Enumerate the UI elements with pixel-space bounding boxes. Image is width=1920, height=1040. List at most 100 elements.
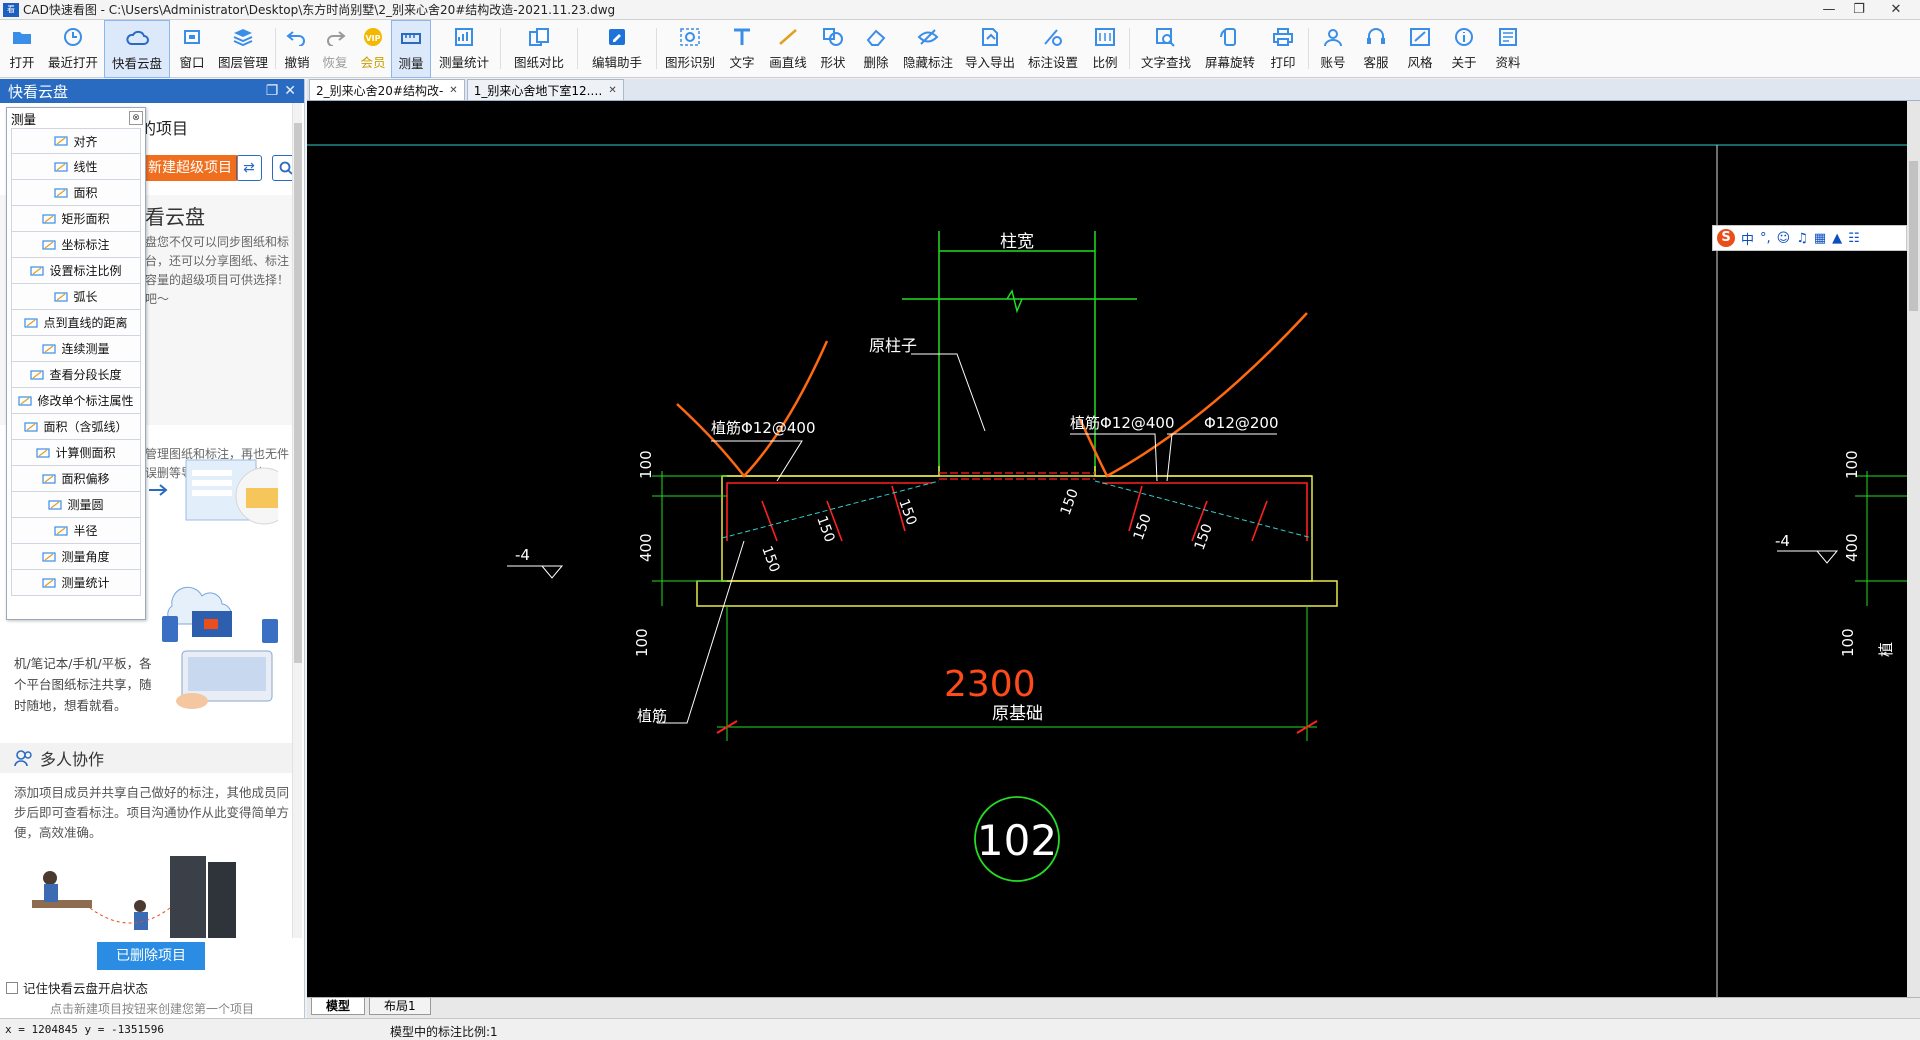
- scale-button[interactable]: 比例: [1084, 20, 1126, 78]
- measure-menu-item[interactable]: 查看分段长度: [11, 362, 141, 388]
- measure-menu-item[interactable]: 弧长: [11, 284, 141, 310]
- customer-service-button[interactable]: 客服: [1354, 20, 1398, 78]
- measure-menu-item[interactable]: 面积（含弧线）: [11, 414, 141, 440]
- shape-button[interactable]: 形状: [812, 20, 854, 78]
- remember-checkbox[interactable]: [6, 981, 18, 994]
- documents-button[interactable]: 资料: [1486, 20, 1530, 78]
- tab-model[interactable]: 模型: [311, 998, 366, 1015]
- restore-panel-icon[interactable]: ❐: [266, 83, 279, 99]
- compare-button[interactable]: 图纸对比: [504, 20, 574, 78]
- measure-menu-item[interactable]: 点到直线的距离: [11, 310, 141, 336]
- cloud-disk-button[interactable]: 快看云盘: [104, 20, 170, 78]
- measure-menu-item[interactable]: 矩形面积: [11, 206, 141, 232]
- measure-menu-item[interactable]: 半径: [11, 518, 141, 544]
- measure-button[interactable]: 测量: [391, 20, 431, 78]
- shape-recognize-button[interactable]: 图形识别: [660, 20, 720, 78]
- panel-scrollbar[interactable]: [292, 103, 302, 938]
- text-button[interactable]: 文字: [720, 20, 764, 78]
- ime-tools-icon[interactable]: ☷: [1848, 231, 1860, 246]
- undo-button[interactable]: 撤销: [279, 20, 315, 78]
- undo-icon: [284, 26, 310, 48]
- account-button[interactable]: 账号: [1312, 20, 1354, 78]
- redo-button[interactable]: 恢复: [315, 20, 355, 78]
- hide-annotation-button[interactable]: 隐藏标注: [898, 20, 958, 78]
- measure-menu-item-label: 弧长: [73, 290, 98, 304]
- annotation-settings-button[interactable]: 标注设置: [1022, 20, 1084, 78]
- measure-menu-item[interactable]: 修改单个标注属性: [11, 388, 141, 414]
- print-button[interactable]: 打印: [1261, 20, 1305, 78]
- close-tab-icon[interactable]: ✕: [449, 85, 457, 96]
- ime-mic-icon[interactable]: ♫: [1796, 231, 1808, 246]
- edit-annotation-icon: [18, 395, 33, 407]
- layer-manager-button[interactable]: 图层管理: [214, 20, 272, 78]
- open-button[interactable]: 打开: [2, 20, 42, 78]
- window-button[interactable]: 窗口: [170, 20, 214, 78]
- measure-menu-item-label: 测量统计: [61, 576, 110, 590]
- window-title: CAD快速看图 - C:\Users\Administrator\Desktop…: [23, 3, 616, 17]
- vip-button[interactable]: VIP 会员: [355, 20, 391, 78]
- import-export-button[interactable]: 导入导出: [958, 20, 1022, 78]
- original-foundation-label: 原基础: [992, 704, 1043, 724]
- ime-skin-icon[interactable]: ▲: [1832, 231, 1842, 246]
- drawing-scrollbar[interactable]: [1907, 101, 1920, 997]
- doc-tab[interactable]: 1_别来心舍地下室12.… ✕: [466, 79, 624, 100]
- style-icon: [1407, 26, 1433, 48]
- measure-menu-item[interactable]: 线性: [11, 154, 141, 180]
- measure-menu-item[interactable]: 计算侧面积: [11, 440, 141, 466]
- new-super-project-button[interactable]: 新建超级项目: [142, 155, 238, 181]
- delete-button[interactable]: 删除: [854, 20, 898, 78]
- measure-menu-item[interactable]: 坐标标注: [11, 232, 141, 258]
- cursor-coordinates: x = 1204845 y = -1351596: [5, 1023, 164, 1036]
- close-icon[interactable]: ✕: [1874, 0, 1918, 18]
- recent-button[interactable]: 最近打开: [42, 20, 104, 78]
- edit-assist-button[interactable]: 编辑助手: [581, 20, 653, 78]
- ime-punctuation-icon[interactable]: °,: [1760, 231, 1771, 246]
- doc-tab-active[interactable]: 2_别来心舍20#结构改- ✕: [309, 79, 465, 100]
- edit-assist-icon: [604, 26, 630, 48]
- svg-text:VIP: VIP: [365, 34, 380, 43]
- collab-title: 多人协作: [40, 750, 105, 769]
- measure-menu-item[interactable]: 测量角度: [11, 544, 141, 570]
- continuous-icon: [42, 343, 57, 355]
- eraser-icon: [863, 26, 889, 48]
- close-menu-icon[interactable]: ⊗: [129, 111, 143, 125]
- cloud-disk-header: 快看云盘 ❐ ✕: [0, 79, 304, 103]
- intro-text: 盘您不仅可以同步图纸和标台，还可以分享图纸、标注容量的超级项目可供选择！吧～: [145, 235, 290, 306]
- deleted-projects-button[interactable]: 已删除项目: [97, 942, 205, 970]
- redo-icon: [322, 26, 348, 48]
- style-button[interactable]: 风格: [1398, 20, 1442, 78]
- measure-menu-item-label: 线性: [73, 160, 98, 174]
- measure-menu-item[interactable]: 设置标注比例: [11, 258, 141, 284]
- measure-menu-item[interactable]: 对齐: [11, 128, 141, 154]
- measure-menu-item[interactable]: 面积: [11, 180, 141, 206]
- draw-line-button[interactable]: 画直线: [764, 20, 812, 78]
- cad-canvas[interactable]: 柱宽 原柱子 植筋Φ12@400 植筋Φ12@400 Φ12@200 150 1…: [307, 101, 1907, 997]
- sync-icon[interactable]: ⇄: [236, 155, 262, 181]
- text-search-button[interactable]: 文字查找: [1133, 20, 1199, 78]
- ruler-icon: [398, 27, 424, 49]
- measure-menu-item-label: 对齐: [73, 134, 98, 149]
- measure-menu-item[interactable]: 测量统计: [11, 570, 141, 596]
- right-vertical-dimension: [1855, 471, 1907, 606]
- shape-icon: [820, 26, 846, 48]
- ime-toolbar[interactable]: S 中 °, ☺ ♫ ▦ ▲ ☷: [1712, 225, 1907, 251]
- measure-menu-items: 对齐线性面积 矩形面积 坐标标注 设置标注比例弧长点到直线的距离 连续测量 查看分段长度修…: [7, 128, 145, 596]
- column: [902, 231, 1137, 471]
- ime-emoji-icon[interactable]: ☺: [1777, 231, 1791, 246]
- minimize-icon[interactable]: —: [1814, 0, 1844, 18]
- ime-keyboard-icon[interactable]: ▦: [1814, 231, 1826, 246]
- rotate-screen-button[interactable]: 屏幕旋转: [1199, 20, 1261, 78]
- measure-menu-item[interactable]: 测量圆: [11, 492, 141, 518]
- tab-layout1[interactable]: 布局1: [369, 998, 431, 1015]
- close-tab-icon[interactable]: ✕: [608, 85, 616, 96]
- remember-state-row[interactable]: 记住快看云盘开启状态: [6, 978, 148, 997]
- about-button[interactable]: 关于: [1442, 20, 1486, 78]
- measure-menu-item[interactable]: 连续测量: [11, 336, 141, 362]
- measure-menu-item[interactable]: 面积偏移: [11, 466, 141, 492]
- close-panel-icon[interactable]: ✕: [284, 83, 296, 99]
- search-icon[interactable]: [272, 155, 293, 181]
- column-width-label: 柱宽: [1000, 232, 1034, 252]
- measure-stats-button[interactable]: 测量统计: [431, 20, 497, 78]
- maximize-icon[interactable]: ❐: [1844, 0, 1874, 18]
- dim-400: 400: [637, 533, 655, 562]
